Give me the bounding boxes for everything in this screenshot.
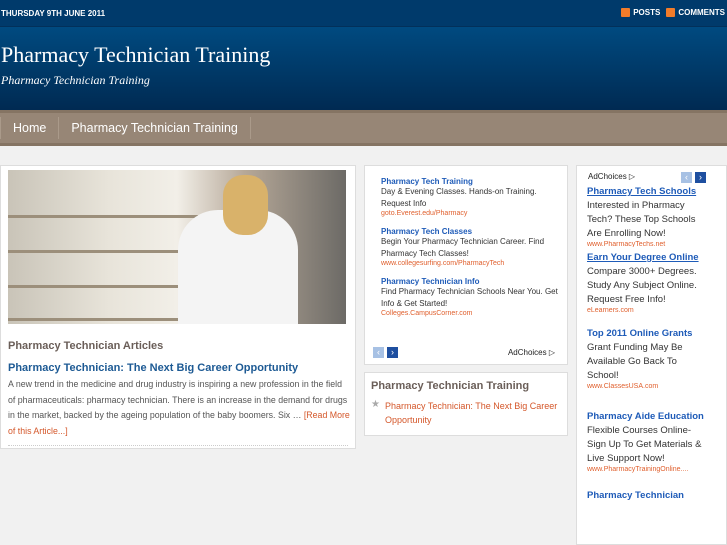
ad-desc: Day & Evening Classes. Hands-on Training… [381,187,537,208]
ad-desc: Compare 3000+ Degrees. Study Any Subject… [587,266,697,305]
ad-title[interactable]: Pharmacy Technician [587,489,707,503]
star-icon: ★ [371,399,380,410]
divider [8,445,348,446]
nav-home[interactable]: Home [0,117,60,139]
main-nav: Home Pharmacy Technician Training [0,110,727,146]
ad-title[interactable]: Pharmacy Technician Info [381,277,561,286]
ad-item[interactable]: Top 2011 Online Grants Grant Funding May … [587,327,707,390]
ad-title[interactable]: Pharmacy Aide Education [587,410,707,424]
ad-item[interactable]: Pharmacy Aide Education Flexible Courses … [587,410,707,473]
comments-feed-link[interactable]: COMMENTS [666,8,725,18]
next-arrow-icon[interactable]: › [695,172,706,183]
ad-title[interactable]: Top 2011 Online Grants [587,327,707,341]
post-title-link[interactable]: Pharmacy Technician: The Next Big Career… [8,362,298,374]
adchoices-link[interactable]: AdChoices ▷ [508,348,555,357]
ad-item[interactable]: Pharmacy Tech Schools Interested in Pharm… [587,185,707,247]
ad-title[interactable]: Pharmacy Tech Classes [381,227,561,236]
posts-feed-link[interactable]: POSTS [621,8,660,18]
ad-url[interactable]: www.collegesurfing.com/PharmacyTech [381,260,561,267]
ad-desc: Interested in Pharmacy Tech? These Top S… [587,200,696,239]
ad-url[interactable]: www.ClassesUSA.com [587,383,707,390]
ad-url[interactable]: www.PharmacyTechs.net [587,241,707,247]
ad-url[interactable]: www.PharmacyTrainingOnline.... [587,466,707,473]
ad-title[interactable]: Pharmacy Tech Schools [587,185,707,199]
next-arrow-icon[interactable]: › [387,347,398,358]
ad-url[interactable]: Colleges.CampusCorner.com [381,310,561,317]
main-content: Pharmacy Technician Articles Pharmacy Te… [0,165,356,449]
rss-icon [666,8,676,18]
ad-desc: Find Pharmacy Technician Schools Near Yo… [381,287,558,308]
post-excerpt: A new trend in the medicine and drug ind… [8,379,350,436]
top-bar: THURSDAY 9TH JUNE 2011 POSTS COMMENTS [0,0,727,27]
ad-item[interactable]: Pharmacy Technician [587,489,707,503]
rss-icon [621,8,631,18]
pharmacist-photo [8,170,346,324]
ad-block-middle: Pharmacy Tech Training Day & Evening Clas… [364,165,568,365]
prev-arrow-icon[interactable]: ‹ [373,347,384,358]
widget-title: Pharmacy Technician Training [371,380,530,392]
ad-url[interactable]: eLearners.com [587,307,707,313]
ad-item[interactable]: Pharmacy Tech Training Day & Evening Clas… [381,177,561,217]
adchoices-link[interactable]: AdChoices ▷ [588,172,635,183]
ad-desc: Flexible Courses Online- Sign Up To Get … [587,425,702,464]
ad-item[interactable]: Pharmacy Technician Info Find Pharmacy Te… [381,277,561,317]
date: THURSDAY 9TH JUNE 2011 [1,9,106,18]
ad-desc: Begin Your Pharmacy Technician Career. F… [381,237,545,258]
nav-pharmacy-technician-training[interactable]: Pharmacy Technician Training [59,117,251,139]
site-tagline: Pharmacy Technician Training [1,73,150,87]
ad-title[interactable]: Earn Your Degree Online [587,251,707,265]
ad-url[interactable]: goto.Everest.edu/Pharmacy [381,210,561,217]
ad-title[interactable]: Pharmacy Tech Training [381,177,561,186]
recent-posts-widget: Pharmacy Technician Training ★ Pharmacy … [364,372,568,436]
site-header: Pharmacy Technician Training Pharmacy Te… [0,27,727,110]
ad-item[interactable]: Pharmacy Tech Classes Begin Your Pharmacy… [381,227,561,267]
ad-desc: Grant Funding May Be Available Go Back T… [587,342,683,381]
site-title[interactable]: Pharmacy Technician Training [1,42,270,68]
prev-arrow-icon[interactable]: ‹ [681,172,692,183]
section-title: Pharmacy Technician Articles [8,340,164,352]
ad-block-right: AdChoices ▷ ‹ › Pharmacy Tech Schools Inte… [576,165,727,545]
widget-post-link[interactable]: Pharmacy Technician: The Next Big Career… [385,399,560,427]
ad-item[interactable]: Earn Your Degree Online Compare 3000+ Deg… [587,251,707,313]
